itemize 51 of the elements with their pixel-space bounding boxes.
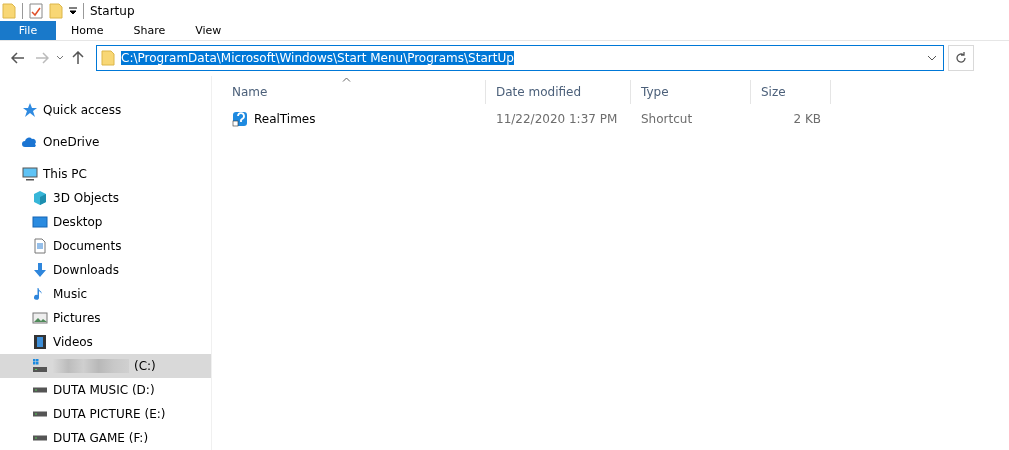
down-arrow-icon (32, 262, 48, 278)
window-title: Startup (90, 3, 135, 18)
star-icon (22, 102, 38, 118)
nav-item[interactable]: (C:) (0, 354, 211, 378)
ribbon-tab[interactable]: View (180, 21, 237, 40)
chevron-icon[interactable] (56, 55, 64, 62)
nav-item[interactable]: This PC (0, 162, 211, 186)
nav-item[interactable]: Videos (0, 330, 211, 354)
cube-icon (32, 190, 48, 206)
refresh-icon (955, 52, 967, 65)
desktop-icon (32, 214, 48, 230)
shortcut-icon (232, 111, 248, 127)
nav-item[interactable]: OneDrive (0, 130, 211, 154)
column-header[interactable]: Size (751, 80, 831, 104)
column-header[interactable]: Name (222, 80, 486, 104)
nav-item[interactable]: Pictures (0, 306, 211, 330)
chevron-icon[interactable] (927, 55, 937, 62)
film-icon (32, 334, 48, 350)
file-name-cell[interactable]: RealTimes (222, 108, 486, 130)
nav-item[interactable]: DUTA MUSIC (D:) (0, 378, 211, 402)
nav-item[interactable]: Documents (0, 234, 211, 258)
checklist-icon[interactable] (29, 2, 43, 19)
folder-icon (101, 50, 115, 67)
monitor-icon (22, 166, 38, 182)
address-text: C:\ProgramData\Microsoft\Windows\Start Menu\Programs\StartUp (121, 51, 514, 66)
refresh-button[interactable] (948, 45, 974, 72)
nav-item[interactable]: Quick access (0, 98, 211, 122)
nav-item[interactable]: 3D Objects (0, 186, 211, 210)
address-field[interactable]: C:\ProgramData\Microsoft\Windows\Start Menu\Programs\StartUp (96, 45, 944, 72)
drive-icon (32, 435, 48, 441)
nav-item[interactable]: DUTA GAME (F:) (0, 426, 211, 450)
column-header[interactable]: Date modified (486, 80, 631, 104)
nav-item[interactable]: Desktop (0, 210, 211, 234)
nav-item[interactable]: Downloads (0, 258, 211, 282)
drive-icon (32, 411, 48, 417)
folder-icon (49, 2, 63, 19)
size-cell-text: 2 KB (792, 111, 822, 128)
nav-item[interactable]: DUTA PICTURE (E:) (0, 402, 211, 426)
dropdown-icon[interactable] (69, 6, 77, 15)
drive-icon (32, 387, 48, 393)
ribbon-tab[interactable]: Home (56, 21, 119, 40)
folder-icon (2, 2, 16, 19)
nav-item[interactable]: Music (0, 282, 211, 306)
document-icon (32, 238, 48, 254)
ribbon-tab[interactable]: File (0, 21, 56, 40)
drive-icon (32, 358, 48, 374)
picture-icon (32, 310, 48, 326)
ribbon-tab[interactable]: Share (118, 21, 181, 40)
date-cell-text: 11/22/2020 1:37 PM (495, 111, 619, 128)
column-header[interactable]: Type (631, 80, 751, 104)
type-cell-text: Shortcut (640, 111, 694, 128)
